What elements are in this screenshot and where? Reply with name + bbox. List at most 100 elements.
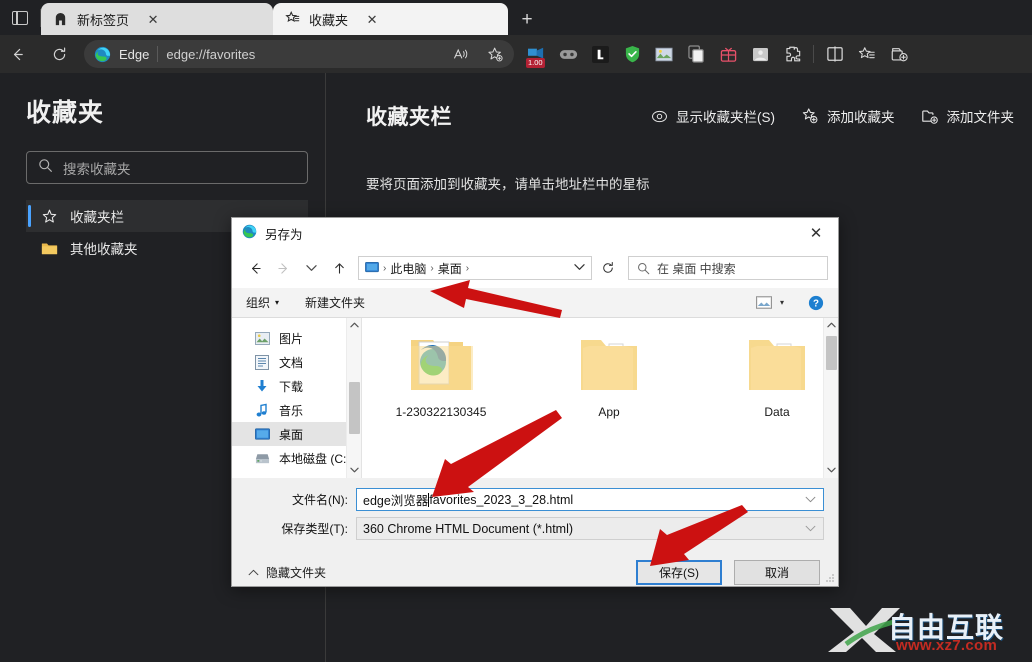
- new-folder-label: 新建文件夹: [305, 296, 366, 310]
- tab-search-icon: [12, 10, 28, 25]
- search-favorites-input[interactable]: 搜索收藏夹: [26, 151, 308, 184]
- new-folder-button[interactable]: 新建文件夹: [305, 294, 365, 311]
- glasses-extension[interactable]: [552, 39, 584, 69]
- places-tree: 图片 文档 下载 音乐 桌面 本地磁盘 (C:): [232, 318, 362, 478]
- lastpass-extension[interactable]: [584, 39, 616, 69]
- scrollbar-thumb[interactable]: [348, 382, 360, 434]
- favorites-icon[interactable]: [851, 39, 883, 69]
- help-icon[interactable]: ?: [808, 295, 824, 311]
- refresh-icon[interactable]: [594, 256, 622, 280]
- tree-item-downloads[interactable]: 下载: [232, 374, 361, 398]
- view-layout-icon[interactable]: [755, 296, 772, 309]
- tree-item-pictures[interactable]: 图片: [232, 326, 361, 350]
- main-actions: 显示收藏夹栏(S) 添加收藏夹 添加文件夹: [650, 106, 1014, 126]
- back-button[interactable]: [0, 39, 34, 69]
- picture-extension[interactable]: [744, 39, 776, 69]
- hide-folders-button[interactable]: 隐藏文件夹: [248, 564, 326, 581]
- tab-close-button[interactable]: ✕: [362, 9, 382, 29]
- tree-item-label: 图片: [279, 331, 304, 346]
- organize-label: 组织: [246, 296, 271, 310]
- video-speed-extension[interactable]: 1.00: [520, 39, 552, 69]
- chevron-down-icon[interactable]: ▾: [780, 298, 784, 307]
- tree-item-music[interactable]: 音乐: [232, 398, 361, 422]
- main-title: 收藏夹栏: [366, 106, 452, 129]
- breadcrumb-separator: ›: [383, 262, 387, 274]
- split-screen-icon[interactable]: [819, 39, 851, 69]
- toggle-visibility-icon: [650, 107, 668, 125]
- dialog-search-input[interactable]: 在 桌面 中搜索: [628, 256, 828, 280]
- filetype-row: 保存类型(T): 360 Chrome HTML Document (*.htm…: [246, 517, 824, 540]
- folder-icon: [581, 340, 637, 390]
- chevron-down-icon[interactable]: [805, 524, 819, 534]
- action-label: 添加文件夹: [946, 110, 1015, 125]
- file-item[interactable]: App: [548, 332, 670, 420]
- dialog-buttons: 保存(S) 取消: [636, 560, 820, 585]
- scrollbar-thumb[interactable]: [825, 336, 837, 370]
- breadcrumb[interactable]: › 此电脑 › 桌面 ›: [358, 256, 592, 280]
- image-extension[interactable]: [648, 39, 680, 69]
- dialog-body: 图片 文档 下载 音乐 桌面 本地磁盘 (C:) 1-230322130345 …: [232, 318, 838, 478]
- tab-search-button[interactable]: [0, 0, 40, 35]
- collections-icon[interactable]: [883, 39, 915, 69]
- file-list-scrollbar[interactable]: [823, 318, 838, 478]
- scroll-up-arrow-icon[interactable]: [826, 318, 836, 333]
- search-placeholder: 搜索收藏夹: [63, 161, 131, 177]
- tree-item-desktop[interactable]: 桌面: [232, 422, 361, 446]
- chevron-down-icon[interactable]: [805, 495, 819, 505]
- back-arrow-icon[interactable]: [242, 255, 268, 281]
- desktop-icon: [365, 262, 379, 274]
- tree-item-local-disk-c[interactable]: 本地磁盘 (C:): [232, 446, 361, 470]
- filename-input[interactable]: edge浏览器 favorites_2023_3_28.html: [356, 488, 824, 511]
- address-bar[interactable]: Edge edge://favorites: [84, 40, 514, 68]
- brand-label: Edge: [119, 46, 150, 62]
- new-tab-button[interactable]: +: [512, 5, 542, 33]
- file-item[interactable]: Data: [716, 332, 838, 420]
- cancel-button[interactable]: 取消: [734, 560, 820, 585]
- copy-extension[interactable]: [680, 39, 712, 69]
- hide-folders-label: 隐藏文件夹: [266, 566, 327, 580]
- tree-item-documents[interactable]: 文档: [232, 350, 361, 374]
- close-icon[interactable]: ✕: [794, 218, 838, 248]
- file-item[interactable]: 1-230322130345: [380, 332, 502, 420]
- tree-item-label: 桌面: [279, 427, 304, 442]
- organize-button[interactable]: 组织 ▾: [246, 294, 279, 311]
- browser-window: 新标签页 ✕ 收藏夹 ✕ + Edge edge://favorites 1.0…: [0, 0, 1032, 662]
- scroll-down-arrow-icon[interactable]: [349, 463, 359, 478]
- breadcrumb-item-desktop[interactable]: 桌面: [438, 260, 462, 277]
- scroll-down-arrow-icon[interactable]: [826, 463, 836, 478]
- shield-extension[interactable]: [616, 39, 648, 69]
- tree-item-label: 下载: [279, 379, 304, 394]
- read-aloud-icon[interactable]: [448, 42, 474, 66]
- recent-locations-chevron-down-icon[interactable]: [298, 255, 324, 281]
- tree-scrollbar[interactable]: [346, 318, 361, 478]
- tree-item-label: 音乐: [279, 403, 304, 418]
- tab-close-button[interactable]: ✕: [143, 9, 163, 29]
- edge-newtab-icon: [52, 11, 69, 28]
- chevron-down-icon[interactable]: [574, 263, 587, 273]
- gift-extension[interactable]: [712, 39, 744, 69]
- add-favorite-button[interactable]: 添加收藏夹: [801, 106, 895, 126]
- up-arrow-icon[interactable]: [326, 255, 352, 281]
- tab-favorites[interactable]: 收藏夹 ✕: [273, 3, 508, 35]
- file-label: Data: [764, 405, 790, 419]
- resize-grip-icon[interactable]: [825, 573, 835, 583]
- reload-button[interactable]: [42, 39, 76, 69]
- filetype-select[interactable]: 360 Chrome HTML Document (*.html): [356, 517, 824, 540]
- desktop-icon: [254, 426, 270, 442]
- scroll-up-arrow-icon[interactable]: [349, 318, 359, 333]
- extensions-puzzle-icon[interactable]: [776, 39, 808, 69]
- save-button[interactable]: 保存(S): [636, 560, 722, 585]
- favorites-star-icon: [284, 11, 301, 28]
- search-placeholder: 在 桌面 中搜索: [657, 261, 736, 276]
- breadcrumb-separator: ›: [430, 262, 434, 274]
- add-favorite-icon[interactable]: [482, 42, 508, 66]
- star-icon: [40, 207, 58, 225]
- add-folder-button[interactable]: 添加文件夹: [921, 106, 1015, 126]
- tab-new-tab-page[interactable]: 新标签页 ✕: [41, 3, 273, 35]
- filename-value-suffix: favorites_2023_3_28.html: [429, 492, 574, 507]
- show-favorites-bar-button[interactable]: 显示收藏夹栏(S): [650, 106, 775, 126]
- edge-logo-icon: [94, 46, 111, 63]
- forward-arrow-icon[interactable]: [270, 255, 296, 281]
- breadcrumb-item-this-pc[interactable]: 此电脑: [390, 260, 426, 277]
- save-as-dialog: 另存为 ✕ › 此电脑 › 桌面 › 在 桌面 中搜索 组织 ▾ 新建文件夹 ▾…: [231, 217, 839, 587]
